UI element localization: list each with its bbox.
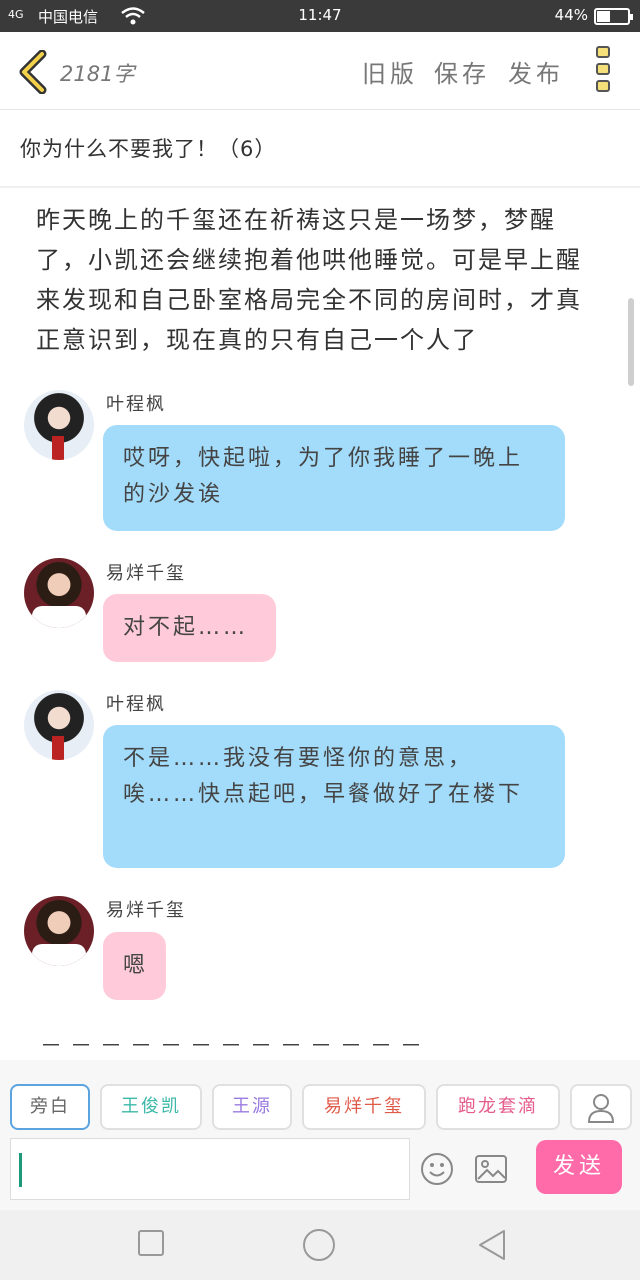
message-input[interactable] (10, 1138, 410, 1200)
role-chip-extras[interactable]: 跑龙套滴 (436, 1084, 560, 1130)
send-button[interactable]: 发送 (536, 1140, 622, 1194)
role-chip-wang-yuan[interactable]: 王源 (212, 1084, 292, 1130)
speaker-name: 易烊千玺 (106, 563, 186, 584)
battery-percent: 44% (554, 6, 588, 24)
avatar[interactable] (24, 690, 94, 760)
chat-bubble[interactable]: 不是……我没有要怪你的意思，唉……快点起吧，早餐做好了在楼下 (103, 725, 565, 868)
chat-bubble[interactable]: 对不起…… (103, 594, 276, 662)
battery-fill (597, 11, 610, 22)
battery-icon (594, 8, 633, 25)
speaker-name: 叶程枫 (106, 694, 166, 715)
role-chip-yi-yangqianxi[interactable]: 易烊千玺 (302, 1084, 426, 1130)
status-bar: 4G 中国电信 11:47 44% (0, 0, 640, 32)
chat-bubble[interactable]: 嗯 (103, 932, 166, 1000)
narration-paragraph[interactable]: 昨天晚上的千玺还在祈祷这只是一场梦，梦醒了，小凯还会继续抱着他哄他睡觉。可是早上… (36, 200, 596, 360)
add-role-button[interactable] (570, 1084, 632, 1130)
editor-header: 2181字 旧版 保存 发布 (0, 32, 640, 110)
role-chip-narration[interactable]: 旁白 (10, 1084, 90, 1130)
old-version-button[interactable]: 旧版 (362, 54, 418, 89)
compose-toolbar: 旁白 王俊凯 王源 易烊千玺 跑龙套滴 发送 (0, 1060, 640, 1210)
speaker-name: 叶程枫 (106, 394, 166, 415)
more-menu-icon[interactable] (596, 46, 612, 98)
avatar[interactable] (24, 896, 94, 966)
home-icon[interactable] (302, 1228, 336, 1262)
save-button[interactable]: 保存 (434, 54, 490, 89)
recent-apps-icon[interactable] (136, 1228, 166, 1258)
chat-bubble[interactable]: 哎呀，快起啦，为了你我睡了一晚上的沙发诶 (103, 425, 565, 531)
publish-button[interactable]: 发布 (508, 54, 564, 89)
chapter-title[interactable]: 你为什么不要我了！（6） (20, 133, 276, 163)
user-icon (587, 1094, 615, 1123)
avatar[interactable] (24, 390, 94, 460)
clock: 11:47 (298, 6, 342, 24)
section-separator: －－－－－－－－－－－－－ (40, 1034, 431, 1059)
back-arrow-icon[interactable] (14, 49, 54, 95)
avatar[interactable] (24, 558, 94, 628)
image-icon[interactable] (474, 1154, 508, 1184)
system-nav-bar (0, 1210, 640, 1280)
emoji-icon[interactable] (420, 1152, 454, 1186)
word-count: 2181字 (60, 62, 135, 86)
back-icon[interactable] (476, 1228, 508, 1262)
role-chip-wang-junkai[interactable]: 王俊凯 (100, 1084, 202, 1130)
divider (0, 186, 640, 188)
text-caret (19, 1153, 22, 1187)
scrollbar[interactable] (628, 298, 634, 386)
speaker-name: 易烊千玺 (106, 900, 186, 921)
